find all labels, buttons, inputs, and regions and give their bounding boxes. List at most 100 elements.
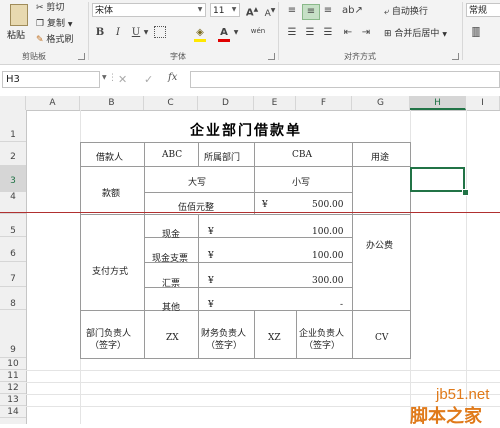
name-box[interactable]: H3 [2, 71, 100, 88]
payment-symbol[interactable]: ¥ [208, 276, 214, 286]
selected-cell-h3[interactable] [410, 167, 465, 192]
cut-button[interactable]: ✂ 剪切 [36, 0, 64, 13]
cell-ef2[interactable]: CBA [292, 150, 312, 160]
increase-indent-icon[interactable]: ⇥ [358, 26, 374, 40]
wrap-text-button[interactable]: ⤶ 自动换行 [384, 4, 428, 17]
number-format-select[interactable]: 常规 [466, 3, 500, 17]
column-header-e[interactable]: E [254, 96, 296, 110]
payment-symbol[interactable]: ¥ [208, 300, 214, 310]
row-header[interactable]: 10 [0, 358, 26, 370]
paste-button[interactable]: 粘贴 [4, 2, 32, 46]
bold-button[interactable]: B [92, 26, 108, 40]
align-right-icon[interactable]: ☰ [320, 26, 336, 40]
payment-amount[interactable]: 100.00 [312, 227, 344, 237]
row-header-selected[interactable]: 3 [0, 166, 26, 192]
fill-handle[interactable] [462, 189, 469, 196]
fill-color-icon[interactable]: ◈ [192, 26, 208, 42]
orientation-icon[interactable]: ab↗ [342, 4, 363, 18]
shrink-font-button[interactable]: A▼ [262, 4, 278, 19]
cell-f9-line2[interactable]: （签字） [304, 338, 340, 351]
column-header-c[interactable]: C [144, 96, 198, 110]
row-header[interactable]: 6 [0, 237, 26, 262]
align-center-icon[interactable]: ☰ [302, 26, 318, 40]
border-icon[interactable] [152, 26, 168, 40]
purpose-value[interactable]: 办公费 [366, 238, 393, 251]
cell-g2[interactable]: 用途 [371, 150, 389, 163]
row-header[interactable]: 12 [0, 382, 26, 394]
cell-c9[interactable]: ZX [166, 333, 179, 343]
align-top-icon[interactable]: ≡ [284, 4, 300, 18]
separator [88, 2, 89, 60]
column-header-i[interactable]: I [466, 96, 500, 110]
formula-input[interactable] [190, 71, 500, 88]
merge-center-button[interactable]: ⊞ 合并后居中 ▼ [384, 26, 447, 39]
row-header[interactable]: 9 [0, 310, 26, 358]
cell-e4[interactable]: ¥ [262, 200, 268, 210]
table-border [198, 142, 199, 166]
alignment-launcher-icon[interactable] [452, 53, 459, 60]
cell-c2[interactable]: ABC [162, 150, 182, 160]
format-painter-button[interactable]: ✎ 格式刷 [36, 32, 73, 45]
align-middle-icon[interactable]: ≡ [302, 4, 320, 20]
row-header[interactable]: 14 [0, 406, 26, 418]
payment-amount[interactable]: 300.00 [312, 276, 344, 286]
cell-ef3[interactable]: 小写 [292, 175, 310, 188]
payment-symbol[interactable]: ¥ [208, 227, 214, 237]
align-left-icon[interactable]: ☰ [284, 26, 300, 40]
decrease-indent-icon[interactable]: ⇤ [340, 26, 356, 40]
payment-type[interactable]: 汇票 [162, 276, 180, 289]
cell-b3[interactable]: 款额 [102, 186, 120, 199]
row-header[interactable]: 8 [0, 287, 26, 310]
grow-font-button[interactable]: A▲ [244, 3, 260, 18]
font-name-select[interactable]: 宋体 ▼ [92, 3, 206, 17]
cell-b2[interactable]: 借款人 [96, 150, 123, 163]
row-header[interactable]: 4 [0, 192, 26, 214]
name-box-dropdown-icon[interactable]: ▼ [102, 74, 107, 81]
ribbon: 粘贴 ✂ 剪切 ❐ 复制 ▼ ✎ 格式刷 剪贴板 宋体 ▼ 11 ▼ A▲ A▼ B… [0, 0, 500, 65]
sheet-title[interactable]: 企业部门借款单 [190, 120, 302, 140]
enter-icon[interactable]: ✓ [144, 73, 153, 86]
font-color-icon[interactable]: A [216, 26, 232, 42]
payment-type[interactable]: 现金 [162, 227, 180, 240]
align-bottom-icon[interactable]: ≡ [320, 4, 336, 18]
row-header[interactable]: 2 [0, 142, 26, 166]
column-header-f[interactable]: F [296, 96, 352, 110]
payment-symbol[interactable]: ¥ [208, 251, 214, 261]
font-group-label: 字体 [170, 52, 186, 61]
font-size-select[interactable]: 11 ▼ [210, 3, 240, 17]
row-header[interactable]: 7 [0, 262, 26, 287]
italic-button[interactable]: I [110, 26, 126, 40]
cell-g9[interactable]: CV [375, 333, 388, 343]
cell-cd3[interactable]: 大写 [188, 175, 206, 188]
row-header[interactable]: 13 [0, 394, 26, 406]
cell-e9[interactable]: XZ [268, 333, 281, 343]
column-header-d[interactable]: D [198, 96, 254, 110]
cell-d2[interactable]: 所属部门 [204, 150, 240, 163]
row-header[interactable]: 1 [0, 110, 26, 142]
chevron-down-icon[interactable]: ▼ [232, 26, 240, 40]
clipboard-launcher-icon[interactable] [78, 53, 85, 60]
row-header[interactable]: 11 [0, 370, 26, 382]
currency-icon[interactable]: 🀫 [468, 26, 484, 40]
select-all-corner[interactable] [0, 96, 26, 110]
phonetic-icon[interactable]: wén [250, 24, 266, 38]
payment-amount[interactable]: - [340, 300, 343, 310]
cell-b9-line2[interactable]: （签字） [90, 338, 126, 351]
chevron-down-icon[interactable]: ▼ [142, 26, 150, 40]
chevron-down-icon: ▼ [231, 6, 237, 13]
column-header-b[interactable]: B [80, 96, 144, 110]
payment-type[interactable]: 其他 [162, 300, 180, 313]
payment-amount[interactable]: 100.00 [312, 251, 344, 261]
payment-type[interactable]: 现金支票 [152, 251, 188, 264]
insert-function-icon[interactable]: fx [168, 72, 177, 83]
row-header[interactable]: 5 [0, 214, 26, 237]
column-header-g[interactable]: G [352, 96, 410, 110]
cell-f4[interactable]: 500.00 [312, 200, 344, 210]
copy-button[interactable]: ❐ 复制 ▼ [36, 16, 72, 29]
cancel-icon[interactable]: ✕ [118, 73, 127, 86]
column-header-a[interactable]: A [26, 96, 80, 110]
payment-label[interactable]: 支付方式 [92, 264, 128, 277]
font-launcher-icon[interactable] [268, 53, 275, 60]
cell-d9-line2[interactable]: （签字） [206, 338, 242, 351]
column-header-h[interactable]: H [410, 96, 466, 110]
